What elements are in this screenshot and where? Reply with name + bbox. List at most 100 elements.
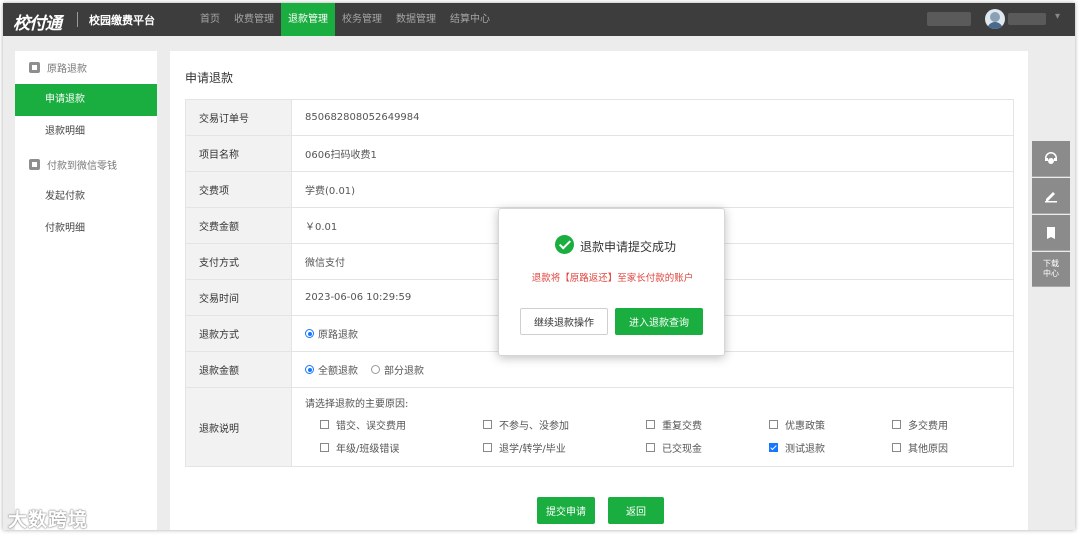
nav-school-management[interactable]: 校务管理: [335, 3, 389, 36]
checkbox-icon: [483, 443, 492, 452]
radio-label: 全额退款: [318, 366, 358, 377]
fee-item-value: 学费(0.01): [305, 186, 356, 197]
nav-data-management[interactable]: 数据管理: [389, 3, 443, 36]
checkbox-icon: [320, 443, 329, 452]
checkbox-label: 已交现金: [662, 444, 702, 455]
reason-checkbox[interactable]: 其他原因: [892, 440, 1002, 455]
radio-selected-icon: [305, 365, 314, 374]
sidebar-group-label: 原路退款: [47, 64, 87, 75]
refund-reason-group: 请选择退款的主要原因: 错交、误交费用 不参与、没参加 重复交费 优惠政策 多交…: [292, 388, 1013, 466]
refund-amount-group: 全额退款 部分退款: [292, 352, 1013, 387]
refund-group-icon: [29, 62, 40, 73]
checkbox-label: 退学/转学/毕业: [499, 444, 566, 455]
row-label: 支付方式: [186, 244, 292, 279]
wallet-icon: [29, 159, 40, 170]
logo-divider: [77, 12, 78, 27]
full-refund-radio[interactable]: 全额退款: [305, 362, 358, 377]
refund-method-radio[interactable]: 原路退款: [305, 326, 358, 341]
refund-query-button[interactable]: 进入退款查询: [615, 308, 703, 335]
table-row: 退款说明 请选择退款的主要原因: 错交、误交费用 不参与、没参加 重复交费 优惠…: [185, 388, 1014, 467]
checkbox-icon: [646, 420, 655, 429]
submit-button[interactable]: 提交申请: [537, 497, 595, 524]
checkbox-checked-icon: [769, 443, 778, 452]
download-center-button[interactable]: 下载 中心: [1032, 252, 1070, 287]
checkbox-label: 年级/班级错误: [336, 444, 400, 455]
chevron-down-icon[interactable]: ▾: [1055, 11, 1060, 22]
order-number-value: 850682808052649984: [305, 112, 420, 123]
row-label: 交费项: [186, 172, 292, 207]
row-label: 退款方式: [186, 316, 292, 351]
reason-checkbox[interactable]: 优惠政策: [769, 417, 892, 432]
sidebar-item-apply-refund[interactable]: 申请退款: [15, 84, 157, 116]
reason-checkbox[interactable]: 错交、误交费用: [320, 417, 483, 432]
project-name-value: 0606扫码收费1: [305, 150, 377, 161]
checkbox-icon: [892, 420, 901, 429]
checkbox-label: 不参与、没参加: [499, 421, 569, 432]
continue-refund-button[interactable]: 继续退款操作: [520, 308, 608, 335]
dialog-title: 退款申请提交成功: [580, 240, 677, 254]
nav-charge-management[interactable]: 收费管理: [227, 3, 281, 36]
dialog-message: 退款将【原路返还】至家长付款的账户: [531, 273, 694, 284]
check-circle-icon: [555, 235, 574, 254]
reason-checkbox-grid: 错交、误交费用 不参与、没参加 重复交费 优惠政策 多交费用 年级/班级错误 退…: [305, 417, 1013, 455]
reason-checkbox[interactable]: 重复交费: [646, 417, 769, 432]
checkbox-icon: [892, 443, 901, 452]
checkbox-icon: [483, 420, 492, 429]
row-label: 交费金额: [186, 208, 292, 243]
checkbox-label: 错交、误交费用: [336, 421, 406, 432]
nav-settlement-center[interactable]: 结算中心: [443, 3, 497, 36]
reason-checkbox[interactable]: 多交费用: [892, 417, 1002, 432]
row-label: 退款金额: [186, 352, 292, 387]
checkbox-icon: [769, 420, 778, 429]
sidebar-group-wechat-pay: 付款到微信零钱: [15, 148, 157, 181]
reason-prompt: 请选择退款的主要原因:: [305, 399, 409, 410]
back-button[interactable]: 返回: [608, 497, 664, 524]
app-logo: 校付通: [13, 14, 62, 34]
row-label: 交易订单号: [186, 100, 292, 135]
row-label: 退款说明: [186, 388, 292, 466]
checkbox-label: 重复交费: [662, 421, 702, 432]
table-row: 退款金额 全额退款 部分退款: [185, 352, 1014, 388]
success-dialog: 退款申请提交成功 退款将【原路返还】至家长付款的账户 继续退款操作 进入退款查询: [498, 208, 725, 356]
top-bar: 校付通 校园缴费平台 首页 收费管理 退款管理 校务管理 数据管理 结算中心 ▾: [3, 3, 1075, 36]
reason-checkbox[interactable]: 已交现金: [646, 440, 769, 455]
row-label: 项目名称: [186, 136, 292, 171]
table-row: 交易订单号 850682808052649984: [185, 100, 1014, 136]
blurred-user-name: [1008, 13, 1046, 25]
checkbox-label: 优惠政策: [785, 421, 825, 432]
nav-refund-management[interactable]: 退款管理: [281, 3, 335, 36]
page-title: 申请退款: [185, 71, 234, 85]
customer-service-icon[interactable]: [1032, 141, 1070, 177]
reason-checkbox[interactable]: 年级/班级错误: [320, 440, 483, 455]
download-label-line2: 中心: [1043, 269, 1059, 278]
reason-checkbox[interactable]: 不参与、没参加: [483, 417, 646, 432]
edit-icon[interactable]: [1032, 178, 1070, 214]
reason-checkbox[interactable]: 测试退款: [769, 440, 892, 455]
sidebar-group-label: 付款到微信零钱: [47, 161, 117, 172]
table-row: 项目名称 0606扫码收费1: [185, 136, 1014, 172]
main-nav: 首页 收费管理 退款管理 校务管理 数据管理 结算中心: [193, 3, 497, 36]
sidebar-group-refund: 原路退款: [15, 51, 157, 84]
partial-refund-radio[interactable]: 部分退款: [371, 362, 424, 377]
reason-checkbox[interactable]: 退学/转学/毕业: [483, 440, 646, 455]
sidebar: 原路退款 申请退款 退款明细 付款到微信零钱 发起付款 付款明细: [15, 51, 157, 530]
checkbox-label: 其他原因: [908, 444, 948, 455]
book-icon[interactable]: [1032, 215, 1070, 251]
sidebar-item-payment-detail[interactable]: 付款明细: [15, 213, 157, 245]
checkbox-icon: [646, 443, 655, 452]
blurred-school-name: [927, 12, 971, 26]
radio-empty-icon: [371, 365, 380, 374]
checkbox-label: 测试退款: [785, 444, 825, 455]
sidebar-item-initiate-payment[interactable]: 发起付款: [15, 181, 157, 213]
radio-label: 原路退款: [318, 330, 358, 341]
radio-selected-icon: [305, 329, 314, 338]
row-label: 交易时间: [186, 280, 292, 315]
nav-home[interactable]: 首页: [193, 3, 227, 36]
download-label-line1: 下载: [1043, 259, 1059, 268]
user-avatar-icon[interactable]: [985, 9, 1005, 29]
checkbox-icon: [320, 420, 329, 429]
watermark: 大数跨境: [8, 509, 89, 531]
sidebar-item-refund-detail[interactable]: 退款明细: [15, 116, 157, 148]
table-row: 交费项 学费(0.01): [185, 172, 1014, 208]
radio-label: 部分退款: [384, 366, 424, 377]
